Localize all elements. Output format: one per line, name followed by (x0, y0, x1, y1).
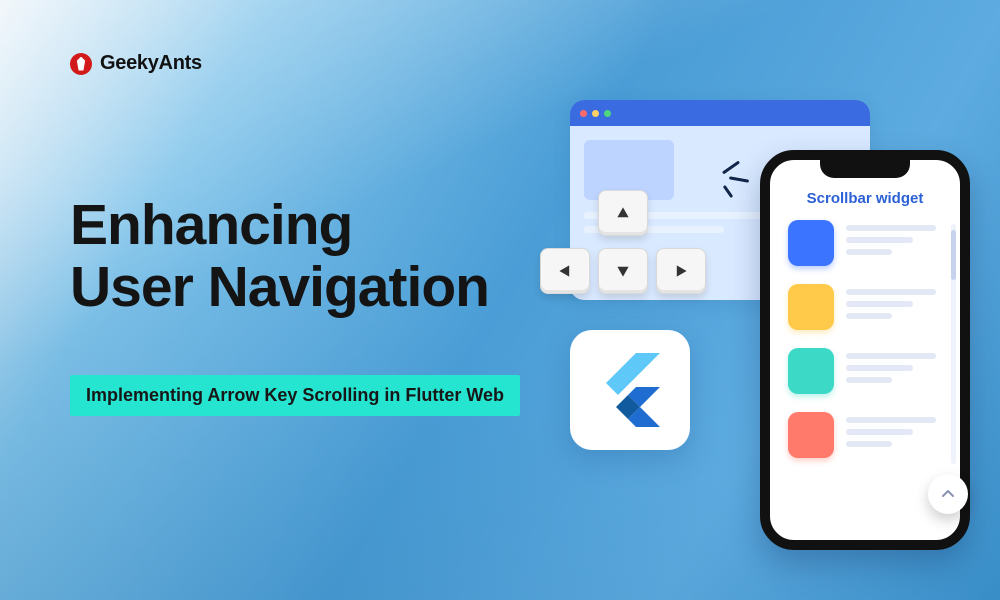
subtitle-pill: Implementing Arrow Key Scrolling in Flut… (70, 375, 520, 416)
arrow-keypad-illustration (540, 190, 710, 310)
list-item (788, 220, 942, 266)
list-chip-icon (788, 284, 834, 330)
list-text-placeholder (846, 417, 942, 453)
headline: Enhancing User Navigation (70, 195, 489, 318)
list-chip-icon (788, 220, 834, 266)
window-maximize-icon (604, 110, 611, 117)
list-chip-icon (788, 412, 834, 458)
illustration-cluster: Scrollbar widget (540, 70, 970, 560)
phone-list (788, 220, 942, 522)
emphasis-ticks-icon (715, 160, 755, 200)
phone-screen-title: Scrollbar widget (770, 190, 960, 207)
list-item (788, 348, 942, 394)
arrow-down-key-icon (598, 248, 648, 294)
scroll-to-top-fab (928, 474, 968, 514)
flutter-logo-icon (600, 353, 660, 427)
phone-notch (820, 158, 910, 178)
list-item (788, 412, 942, 458)
brand-mark-icon (70, 53, 92, 75)
brand-name: GeekyAnts (100, 52, 202, 75)
chevron-up-icon (940, 486, 956, 502)
window-minimize-icon (592, 110, 599, 117)
list-chip-icon (788, 348, 834, 394)
window-close-icon (580, 110, 587, 117)
arrow-left-key-icon (540, 248, 590, 294)
banner-canvas: GeekyAnts Enhancing User Navigation Impl… (0, 0, 1000, 600)
flutter-logo-card (570, 330, 690, 450)
scrollbar-track-icon (951, 224, 956, 464)
brand-logo: GeekyAnts (70, 52, 202, 75)
phone-mockup: Scrollbar widget (760, 150, 970, 550)
headline-line-2: User Navigation (70, 257, 489, 319)
list-item (788, 284, 942, 330)
headline-line-1: Enhancing (70, 195, 489, 257)
list-text-placeholder (846, 353, 942, 389)
arrow-right-key-icon (656, 248, 706, 294)
list-text-placeholder (846, 289, 942, 325)
list-text-placeholder (846, 225, 942, 261)
arrow-up-key-icon (598, 190, 648, 236)
browser-title-bar (570, 100, 870, 126)
